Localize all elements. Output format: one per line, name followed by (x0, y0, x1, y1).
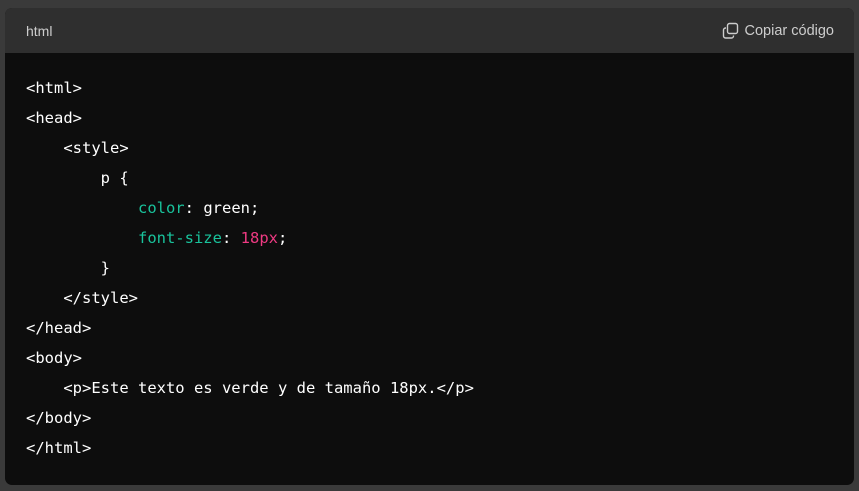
code-punctuation: : (221, 229, 241, 247)
copy-code-label: Copiar código (744, 22, 834, 39)
code-line: <body> (26, 349, 82, 367)
copy-icon (722, 22, 739, 39)
code-block: html Copiar código <html> <head> <style> … (5, 8, 854, 485)
code-line: <p>Este texto es verde y de tamaño 18px.… (26, 379, 474, 397)
code-line: </style> (26, 289, 138, 307)
code-punctuation: ; (277, 229, 288, 247)
code-line: } (26, 259, 110, 277)
copy-code-button[interactable]: Copiar código (722, 22, 834, 39)
code-header: html Copiar código (5, 8, 854, 53)
code-line: </body> (26, 409, 92, 427)
css-number: 18px (240, 229, 278, 247)
code-line: <head> (26, 109, 82, 127)
code-line: </head> (26, 319, 92, 337)
css-value: : green; (184, 199, 260, 217)
code-line: <style> (26, 139, 129, 157)
code-line: <html> (26, 79, 82, 97)
css-property: font-size (137, 229, 222, 247)
code-body: <html> <head> <style> p { color: green; f… (5, 53, 854, 463)
code-line: </html> (26, 439, 92, 457)
code-line: font-size: 18px; (26, 223, 854, 253)
code-line: p { (26, 169, 129, 187)
css-property: color (137, 199, 185, 217)
code-line: color: green; (26, 193, 854, 223)
code-content: <html> <head> <style> p { color: green; f… (26, 73, 854, 463)
language-label: html (26, 22, 53, 39)
